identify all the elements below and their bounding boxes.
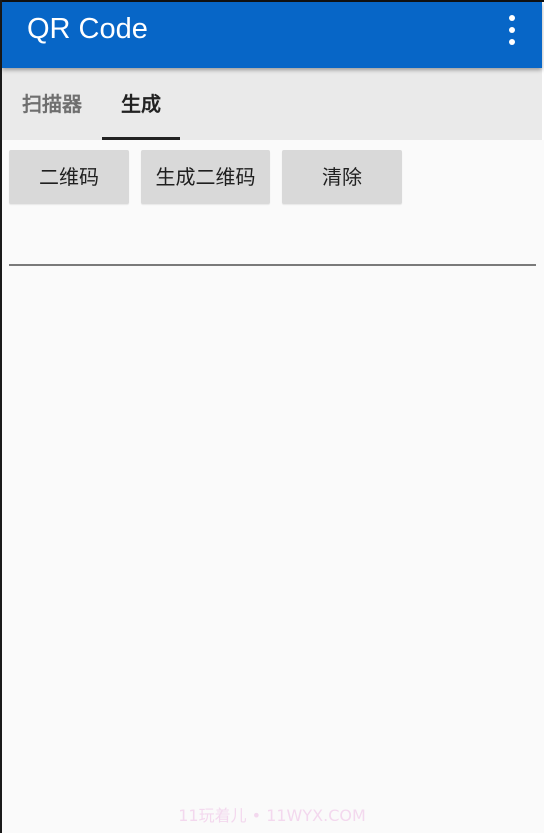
app-bar: QR Code [2,2,542,68]
app-title: QR Code [27,13,148,45]
clear-button[interactable]: 清除 [282,150,402,204]
qr-text-input[interactable] [9,222,536,266]
more-vert-icon[interactable] [502,12,522,48]
qrcode-button[interactable]: 二维码 [9,150,129,204]
menu-dot [509,27,515,33]
tab-bar: 扫描器 生成 [2,68,542,140]
tab-generate-label: 生成 [121,92,161,116]
tab-scanner[interactable]: 扫描器 [2,68,102,140]
generate-panel: 二维码 生成二维码 清除 [2,140,544,833]
menu-dot [509,39,515,45]
generate-qrcode-button[interactable]: 生成二维码 [141,150,270,204]
menu-dot [509,15,515,21]
tab-generate[interactable]: 生成 [102,68,180,140]
watermark-text: 11玩着儿 • 11WYX.COM [178,806,366,825]
